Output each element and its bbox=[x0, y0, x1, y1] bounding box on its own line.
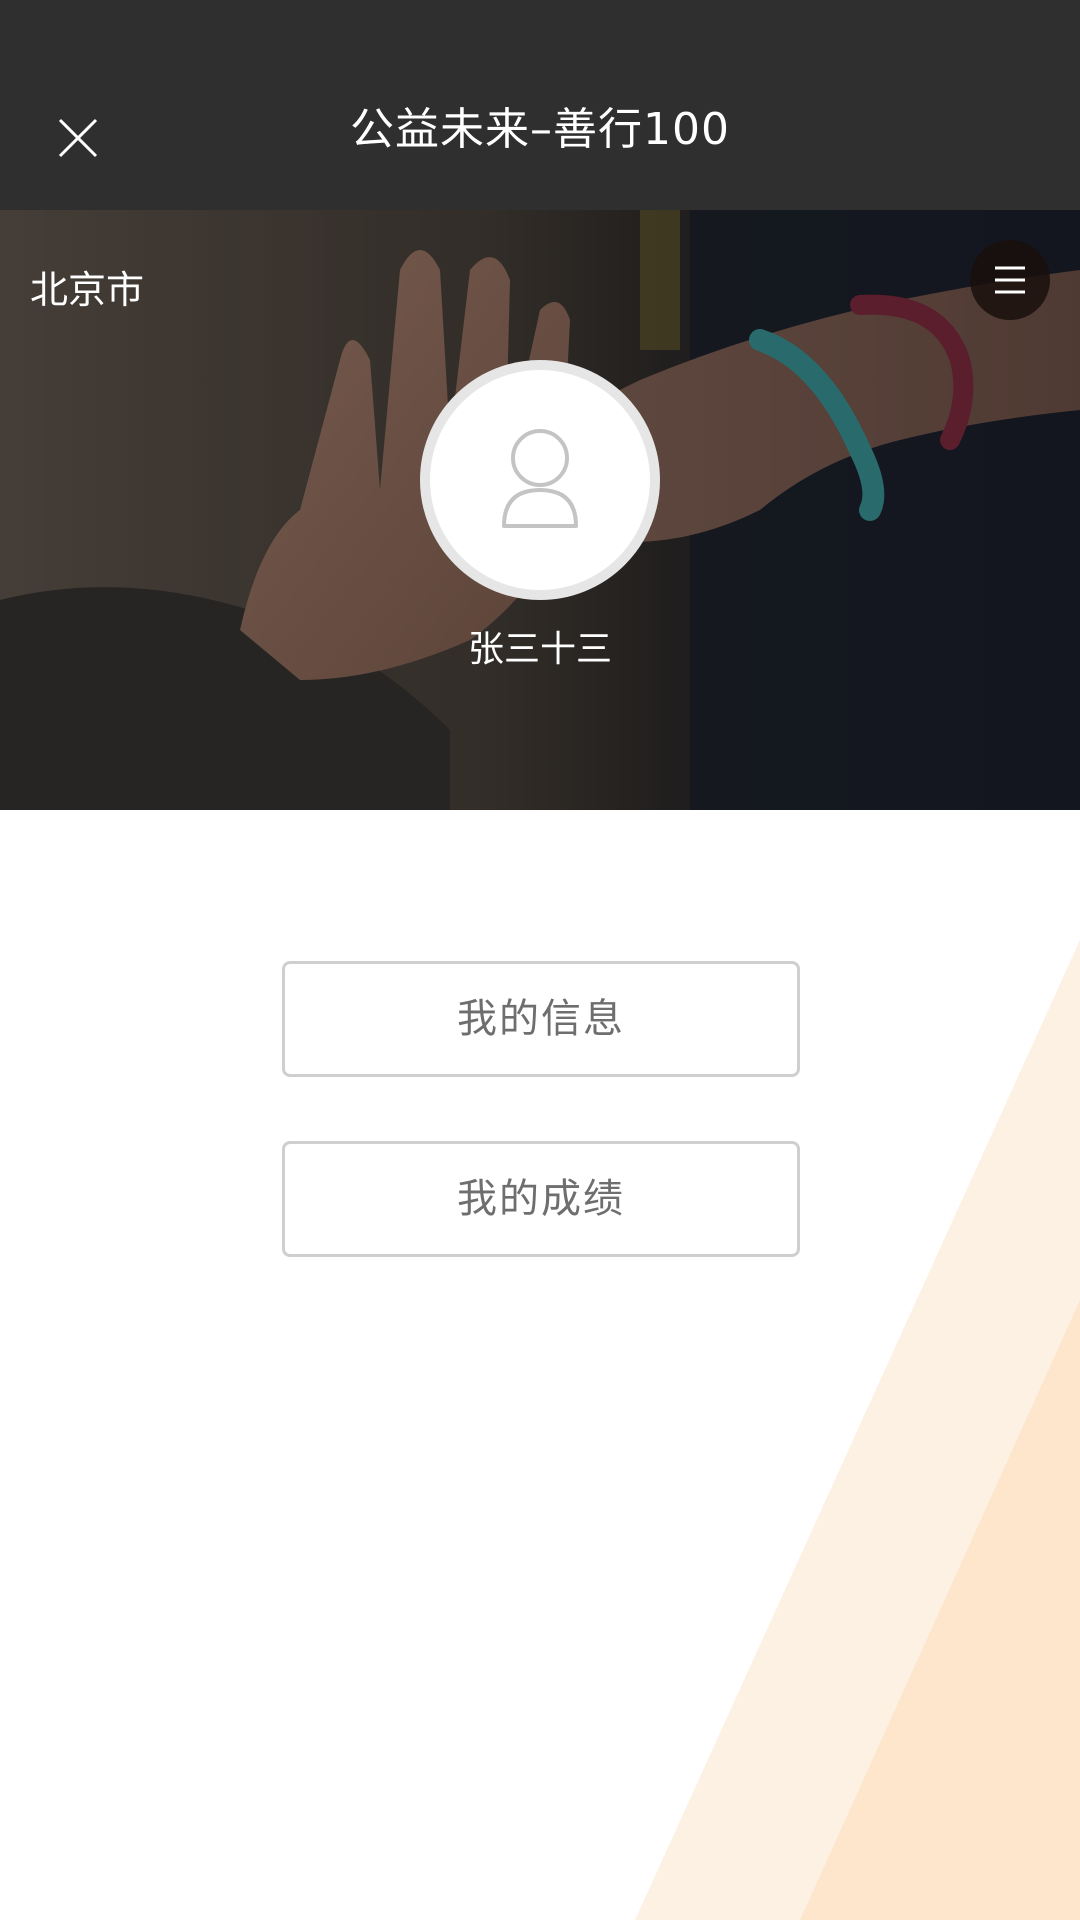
city-label[interactable]: 北京市 bbox=[30, 260, 144, 320]
user-name: 张三十三 bbox=[467, 629, 612, 670]
my-info-button[interactable]: 我的信息 bbox=[282, 961, 800, 1077]
menu-button[interactable] bbox=[970, 240, 1050, 320]
my-score-button[interactable]: 我的成绩 bbox=[282, 1141, 800, 1257]
top-bar: 公益未来–善行100 bbox=[0, 0, 1080, 210]
avatar[interactable] bbox=[420, 360, 660, 600]
hamburger-menu-icon bbox=[995, 266, 1025, 294]
page-title: 公益未来–善行100 bbox=[350, 104, 730, 155]
profile-banner: 北京市 张三十三 bbox=[0, 210, 1080, 810]
user-avatar-icon bbox=[502, 429, 578, 528]
